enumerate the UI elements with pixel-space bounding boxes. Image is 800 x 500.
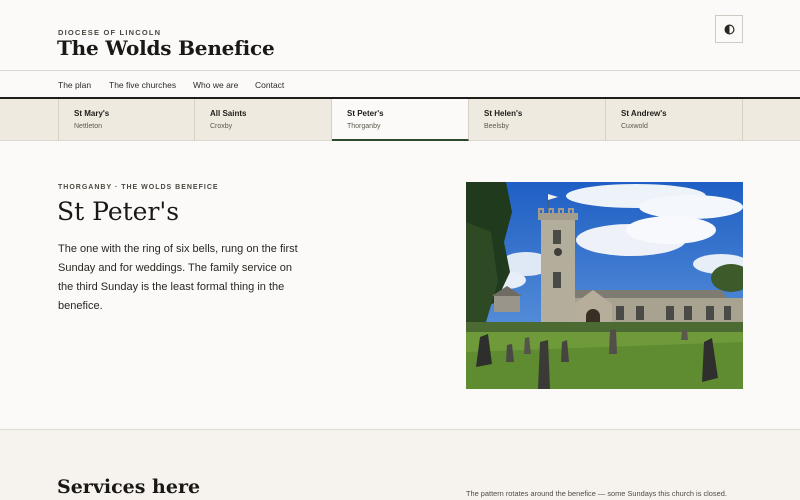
tab-name: St Peter's [347,109,384,118]
tab-place: Croxby [210,123,233,130]
tab-st-peters[interactable]: St Peter's Thorganby [332,99,469,141]
tab-st-helens[interactable]: St Helen's Beelsby [469,99,606,141]
tab-name: St Mary's [74,109,110,118]
church-photo [466,182,743,389]
services-title: Services here [57,476,201,498]
tab-st-andrews[interactable]: St Andrew's Cuxwold [606,99,743,141]
site-title[interactable]: The Wolds Benefice [57,36,275,60]
tab-all-saints[interactable]: All Saints Croxby [195,99,332,141]
contrast-icon [724,24,734,34]
tab-place: Beelsby [484,123,509,130]
tab-place: Nettleton [74,123,103,130]
tab-place: Cuxwold [621,123,648,130]
services-note: The pattern rotates around the benefice … [466,489,727,498]
nav-who-we-are[interactable]: Who we are [193,80,238,90]
main-nav: The plan The five churches Who we are Co… [0,71,800,99]
site-header: DIOCESE OF LINCOLN The Wolds Benefice [0,0,800,71]
nav-the-plan[interactable]: The plan [58,80,91,90]
church-intro: The one with the ring of six bells, rung… [58,243,298,312]
nav-five-churches[interactable]: The five churches [109,80,176,90]
church-eyebrow: THORGANBY · THE WOLDS BENEFICE [58,184,219,191]
tab-name: St Helen's [484,109,523,118]
church-tabs: St Mary's Nettleton All Saints Croxby St… [0,99,800,141]
tab-name: St Andrew's [621,109,667,118]
tab-place: Thorganby [347,123,381,130]
tab-name: All Saints [210,109,247,118]
tab-st-marys[interactable]: St Mary's Nettleton [58,99,195,141]
church-title: St Peter's [57,197,180,226]
theme-toggle-button[interactable] [715,15,743,43]
nav-contact[interactable]: Contact [255,80,284,90]
